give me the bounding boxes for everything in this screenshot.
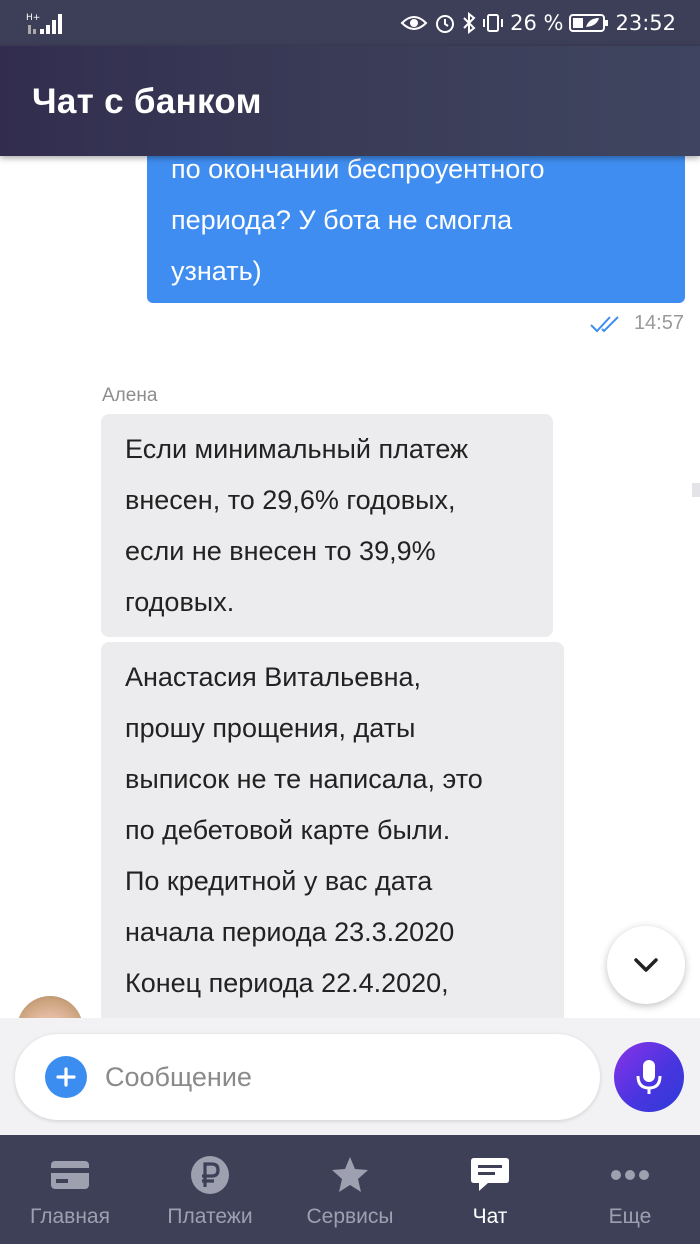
- nav-label: Чат: [472, 1205, 508, 1228]
- card-icon: [51, 1161, 89, 1189]
- scrollbar[interactable]: [692, 483, 700, 497]
- message-line: если не внесен то 39,9%: [125, 536, 436, 566]
- bluetooth-icon: [463, 12, 476, 34]
- message-line: внесен, то 29,6% годовых,: [125, 485, 456, 515]
- app-header: Чат с банком: [0, 46, 700, 156]
- vibrate-icon: [483, 14, 504, 32]
- message-line: начала периода 23.3.2020: [125, 917, 455, 947]
- message-line: прошу прощения, даты: [125, 713, 416, 743]
- message-line: Если минимальный платеж: [125, 434, 469, 464]
- message-line: выписок не те написала, это: [125, 764, 483, 794]
- message-field[interactable]: [15, 1034, 600, 1120]
- signal-icon: H+: [26, 13, 62, 34]
- scroll-down-button[interactable]: [607, 926, 685, 1004]
- status-time: 23:52: [615, 11, 676, 35]
- message-line: по окончании беспроуентного: [171, 156, 545, 184]
- outgoing-message[interactable]: по окончании беспроуентного периода? У б…: [147, 156, 685, 303]
- nav-item-payments[interactable]: Платежи: [140, 1135, 280, 1244]
- nav-label: Сервисы: [306, 1205, 394, 1228]
- network-type: H+: [26, 13, 40, 23]
- microphone-icon: [636, 1060, 662, 1094]
- message-input[interactable]: [105, 1054, 575, 1100]
- nav-item-chat[interactable]: Чат: [420, 1135, 560, 1244]
- nav-label: Еще: [608, 1205, 652, 1228]
- nav-item-services[interactable]: Сервисы: [280, 1135, 420, 1244]
- bottom-navigation: Главная Платежи Сервисы Чат Еще: [0, 1135, 700, 1244]
- battery-icon: [569, 14, 609, 32]
- page-title: Чат с банком: [32, 82, 262, 121]
- message-line: по дебетовой карте были.: [125, 815, 451, 845]
- star-icon: [332, 1157, 368, 1192]
- message-line: Анастасия Витальевна,: [125, 662, 421, 692]
- attach-button[interactable]: [45, 1056, 87, 1098]
- message-line: периода? У бота не смогла: [171, 205, 513, 235]
- message-line: годовых.: [125, 587, 235, 617]
- chevron-down-icon: [634, 958, 658, 972]
- ruble-icon: [191, 1156, 229, 1194]
- composer: [0, 1018, 700, 1135]
- message-line: узнать): [171, 256, 262, 286]
- message-time: 14:57: [633, 312, 684, 334]
- nav-item-home[interactable]: Главная: [0, 1135, 140, 1244]
- chat-icon: [471, 1158, 509, 1191]
- plus-icon: [56, 1067, 76, 1087]
- nav-label: Главная: [30, 1205, 110, 1228]
- chat-messages[interactable]: по окончании беспроуентного периода? У б…: [0, 156, 700, 1018]
- more-icon: [611, 1170, 649, 1180]
- message-line: Конец периода 22.4.2020,: [125, 968, 449, 998]
- incoming-message[interactable]: Если минимальный платеж внесен, то 29,6%…: [101, 414, 553, 637]
- avatar: [17, 996, 83, 1018]
- status-bar: H+ 26 % 23:52: [0, 0, 700, 46]
- voice-button[interactable]: [614, 1042, 684, 1112]
- nav-label: Платежи: [167, 1205, 253, 1228]
- nav-item-more[interactable]: Еще: [560, 1135, 700, 1244]
- incoming-message[interactable]: Анастасия Витальевна, прошу прощения, да…: [101, 642, 564, 1018]
- message-meta: 14:57: [590, 312, 684, 335]
- eye-icon: [400, 16, 428, 30]
- sender-name: Алена: [102, 385, 158, 406]
- double-check-icon: [590, 315, 619, 332]
- message-line: По кредитной у вас дата: [125, 866, 433, 896]
- alarm-icon: [436, 15, 455, 33]
- battery-percent: 26 %: [510, 11, 564, 35]
